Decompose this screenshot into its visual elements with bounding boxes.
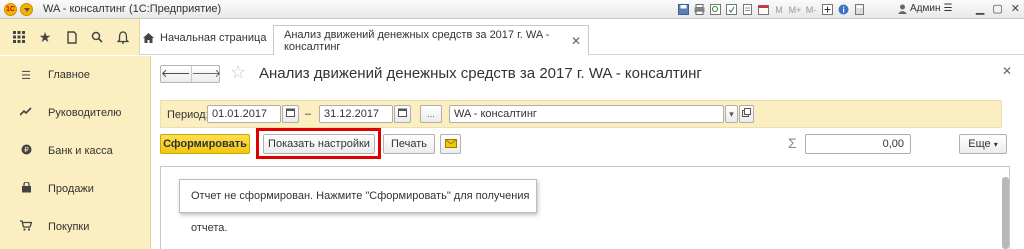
back-arrow-icon[interactable]: 🡐	[161, 66, 192, 82]
organization-open-button[interactable]	[739, 105, 754, 123]
user-menu[interactable]: Админ ☰	[898, 3, 952, 14]
close-form-icon[interactable]: ✕	[1002, 64, 1012, 78]
date-from-field[interactable]: 01.01.2017	[207, 105, 281, 123]
maximize-icon[interactable]: ▢	[992, 2, 1002, 15]
calendar-icon	[286, 108, 295, 117]
command-bar: Сформировать Показать настройки Печать Σ…	[160, 128, 1016, 159]
page-title: Анализ движений денежных средств за 2017…	[259, 65, 702, 82]
memory-subtract-button[interactable]: M-	[804, 3, 818, 17]
save-icon[interactable]	[676, 3, 690, 17]
more-button-label: Еще	[968, 138, 991, 150]
tab-home-label: Начальная страница	[160, 32, 267, 44]
print-button[interactable]: Печать	[383, 134, 435, 154]
trend-icon	[19, 107, 33, 119]
sum-field[interactable]: 0,00	[805, 134, 911, 154]
favorites-star-icon[interactable]: ★	[32, 25, 58, 49]
user-name: Админ	[910, 3, 941, 14]
date-to-field[interactable]: 31.12.2017	[319, 105, 393, 123]
attach-file-icon[interactable]	[740, 3, 754, 17]
send-email-button[interactable]	[440, 134, 461, 154]
calculator-icon[interactable]	[852, 3, 866, 17]
favorite-star-icon[interactable]: ☆	[230, 62, 246, 83]
period-panel: Период: 01.01.2017 – 31.12.2017 ... WA -…	[160, 100, 1002, 128]
title-toolbar: M M+ M-	[676, 2, 866, 17]
chevron-down-icon: ▾	[729, 109, 734, 119]
report-area[interactable]: Отчет не сформирован. Нажмите "Сформиров…	[160, 166, 1010, 249]
title-bar: 1С WA - консалтинг (1С:Предприятие) M M+…	[0, 0, 1024, 19]
tab-cash-flow-analysis[interactable]: Анализ движений денежных средств за 2017…	[273, 25, 589, 55]
sidebar-item-main[interactable]: ☰ Главное	[0, 64, 151, 86]
period-select-button[interactable]: ...	[420, 105, 442, 123]
sidebar-item-label: Руководителю	[48, 107, 122, 119]
sidebar-item-label: Покупки	[48, 221, 90, 233]
user-icon	[898, 4, 907, 14]
menu-lines-icon: ☰	[21, 69, 31, 82]
open-icon	[742, 108, 751, 117]
minimize-icon[interactable]: ▁	[976, 2, 984, 15]
calendar-icon	[398, 108, 407, 117]
apps-grid-icon[interactable]	[6, 25, 32, 49]
toolbar-icons: ★	[0, 19, 140, 55]
app-logo-icon[interactable]: 1С	[4, 3, 17, 16]
period-label: Период:	[167, 109, 209, 121]
coin-icon: ₽	[19, 144, 33, 158]
report-status-message: Отчет не сформирован. Нажмите "Сформиров…	[179, 179, 537, 234]
tab-active-label: Анализ движений денежных средств за 2017…	[284, 28, 550, 53]
sidebar-item-purchases[interactable]: Покупки	[0, 216, 151, 238]
svg-text:₽: ₽	[24, 146, 29, 154]
main-menu-dropdown[interactable]	[20, 3, 33, 16]
calendar-icon[interactable]	[756, 3, 770, 17]
bell-icon[interactable]	[110, 25, 136, 49]
navigation-buttons: 🡐 🡒	[160, 65, 222, 83]
chevron-down-icon: ▾	[993, 140, 998, 149]
close-icon[interactable]: ✕	[1011, 2, 1020, 15]
envelope-icon	[444, 139, 457, 148]
preview-icon[interactable]	[708, 3, 722, 17]
sidebar: ☰ Главное Руководителю ₽ Банк и касса Пр…	[0, 56, 151, 249]
memory-add-button[interactable]: M+	[788, 3, 802, 17]
close-tab-icon[interactable]: ✕	[571, 34, 581, 48]
section-toolbar: ★ Начальная страница Анализ движений ден…	[0, 19, 1024, 55]
zoom-in-icon[interactable]	[820, 3, 834, 17]
sum-icon: Σ	[788, 135, 797, 151]
attach-icon[interactable]	[724, 3, 738, 17]
organization-field[interactable]: WA - консалтинг	[449, 105, 724, 123]
sidebar-item-label: Продажи	[48, 183, 94, 195]
print-icon[interactable]	[692, 3, 706, 17]
search-icon[interactable]	[84, 25, 110, 49]
organization-dropdown[interactable]: ▾	[725, 105, 738, 123]
period-dash: –	[305, 108, 312, 120]
sidebar-item-manager[interactable]: Руководителю	[0, 102, 151, 124]
info-icon[interactable]	[836, 3, 850, 17]
sidebar-item-label: Банк и касса	[48, 145, 113, 157]
more-button[interactable]: Еще ▾	[959, 134, 1007, 154]
calendar-from-button[interactable]	[282, 105, 299, 123]
window-title: WA - консалтинг (1С:Предприятие)	[43, 3, 222, 15]
generate-button[interactable]: Сформировать	[160, 134, 250, 154]
report-form: 🡐 🡒 ☆ Анализ движений денежных средств з…	[152, 56, 1024, 249]
vertical-scrollbar[interactable]	[1002, 177, 1009, 249]
sidebar-item-bank-cash[interactable]: ₽ Банк и касса	[0, 140, 151, 162]
window-controls: ▁ ▢ ✕	[976, 2, 1020, 15]
calendar-to-button[interactable]	[394, 105, 411, 123]
basket-icon	[19, 181, 33, 196]
menu-lines-icon[interactable]: ☰	[944, 3, 953, 14]
sidebar-item-label: Главное	[48, 69, 91, 81]
cart-icon	[19, 220, 33, 234]
home-icon	[143, 33, 154, 43]
sidebar-item-sales[interactable]: Продажи	[0, 178, 151, 200]
highlight-frame	[256, 128, 381, 159]
history-icon[interactable]	[58, 25, 84, 49]
forward-arrow-icon[interactable]: 🡒	[192, 66, 222, 82]
memory-store-button[interactable]: M	[772, 3, 786, 17]
tab-home[interactable]: Начальная страница	[143, 28, 266, 48]
